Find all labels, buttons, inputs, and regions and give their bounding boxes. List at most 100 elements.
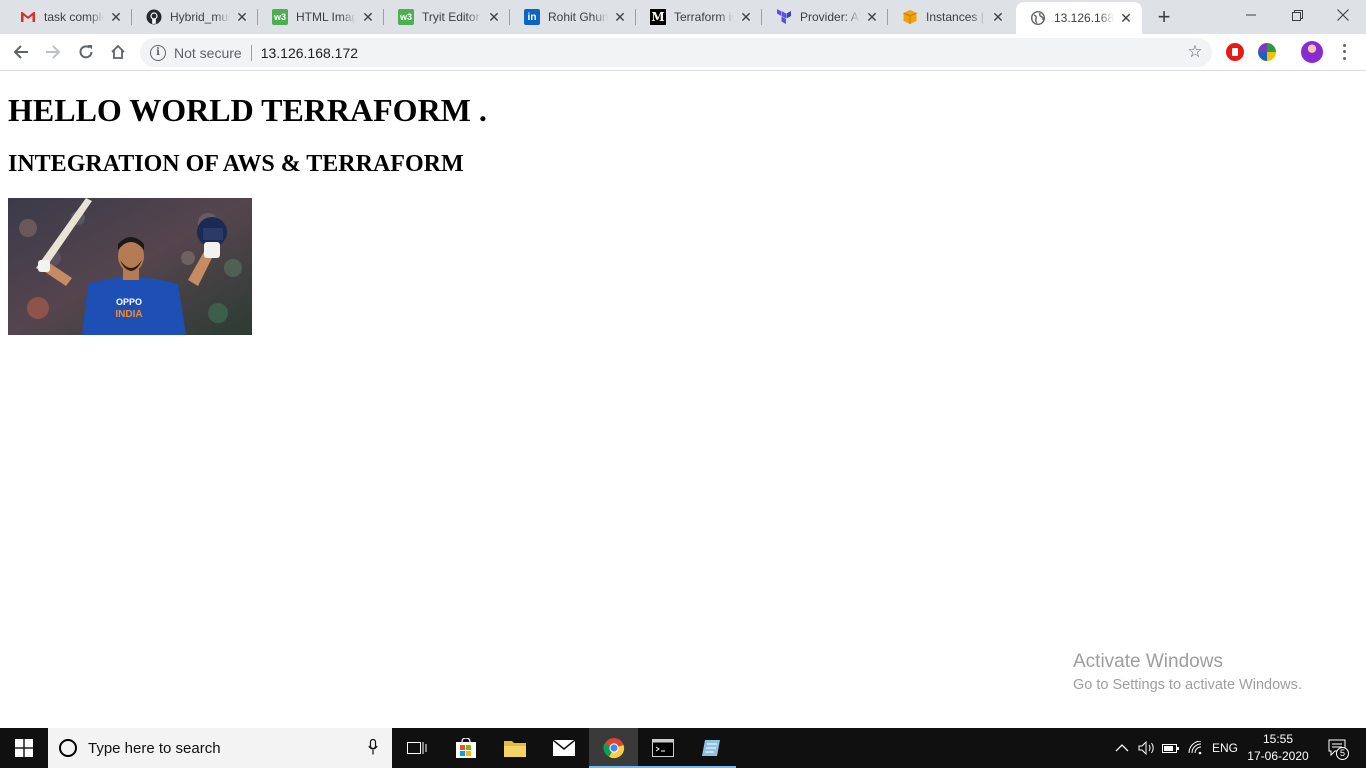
extension-red-icon[interactable] xyxy=(1226,43,1244,61)
cricketer-photo: OPPO INDIA xyxy=(8,198,252,335)
tab-tryit-editor[interactable]: w3 Tryit Editor ✕ xyxy=(384,0,510,34)
close-tab-icon[interactable]: ✕ xyxy=(108,9,124,25)
tab-ec2-instances[interactable]: Instances | EC2 ✕ xyxy=(888,0,1014,34)
folder-icon xyxy=(503,741,526,757)
tab-title: 13.126.168.172 xyxy=(1054,11,1114,25)
close-tab-icon[interactable]: ✕ xyxy=(234,9,250,25)
task-view-button[interactable] xyxy=(392,728,441,768)
tab-title: HTML Images xyxy=(296,10,356,24)
new-tab-button[interactable]: + xyxy=(1152,4,1176,29)
home-button[interactable] xyxy=(104,38,132,66)
notes-taskbar-button[interactable] xyxy=(687,728,736,768)
tab-title: Terraform is xyxy=(674,10,734,24)
browser-toolbar: i Not secure 13.126.168.172 ☆ xyxy=(0,34,1366,71)
close-tab-icon[interactable]: ✕ xyxy=(486,9,502,25)
file-explorer-button[interactable] xyxy=(490,728,539,768)
tab-title: Tryit Editor xyxy=(422,10,480,24)
tab-active-ip[interactable]: 13.126.168.172 ✕ xyxy=(1016,2,1142,34)
gmail-icon xyxy=(20,9,36,25)
forward-button[interactable] xyxy=(39,38,67,66)
taskbar-search-box[interactable]: Type here to search xyxy=(48,728,392,768)
mail-button[interactable] xyxy=(539,728,588,768)
microsoft-store-button[interactable] xyxy=(441,728,490,768)
tab-html-images[interactable]: w3 HTML Images ✕ xyxy=(258,0,384,34)
chrome-icon xyxy=(602,738,624,759)
clock-date: 17-06-2020 xyxy=(1247,749,1309,763)
task-view-icon xyxy=(406,742,426,754)
tab-linkedin[interactable]: in Rohit Ghumare ✕ xyxy=(510,0,636,34)
tab-terraform-provider[interactable]: Provider: AWS ✕ xyxy=(762,0,888,34)
clock-time: 15:55 xyxy=(1262,732,1294,746)
close-tab-icon[interactable]: ✕ xyxy=(990,9,1006,25)
tab-github[interactable]: Hybrid_multi ✕ xyxy=(132,0,258,34)
globe-icon xyxy=(1030,10,1046,26)
wifi-icon xyxy=(1188,741,1202,755)
tab-title: Rohit Ghumare xyxy=(548,10,608,24)
security-status[interactable]: Not secure xyxy=(174,45,242,61)
web-page: HELLO WORLD TERRAFORM . INTEGRATION OF A… xyxy=(0,71,1366,728)
watermark-subtitle: Go to Settings to activate Windows. xyxy=(1073,677,1302,693)
info-icon[interactable]: i xyxy=(150,44,166,61)
linkedin-icon: in xyxy=(524,9,540,25)
close-window-button[interactable] xyxy=(1320,0,1366,30)
bookmark-star-icon[interactable]: ☆ xyxy=(1186,43,1204,61)
search-placeholder: Type here to search xyxy=(88,739,221,757)
tab-title: task completed xyxy=(44,10,104,24)
reload-icon xyxy=(79,45,93,59)
home-icon xyxy=(111,44,125,59)
mail-icon xyxy=(552,740,575,756)
volume-button[interactable] xyxy=(1138,728,1156,768)
tab-strip: task completed ✕ Hybrid_multi ✕ w3 HTML … xyxy=(0,0,1366,34)
jersey-brand-text: OPPO xyxy=(116,297,142,307)
tab-title: Hybrid_multi xyxy=(170,10,230,24)
back-arrow-icon xyxy=(13,45,28,59)
w3schools-icon: w3 xyxy=(398,9,414,25)
address-bar[interactable]: i Not secure 13.126.168.172 ☆ xyxy=(140,38,1212,67)
chrome-taskbar-button[interactable] xyxy=(589,728,638,768)
jersey-country-text: INDIA xyxy=(115,309,142,320)
chrome-menu-icon[interactable] xyxy=(1336,42,1352,62)
notification-count-badge: 5 xyxy=(1336,747,1349,760)
start-button[interactable] xyxy=(0,728,48,768)
page-heading: HELLO WORLD TERRAFORM . xyxy=(8,92,487,128)
w3schools-icon: w3 xyxy=(272,9,288,25)
system-clock[interactable]: 15:55 17-06-2020 xyxy=(1246,731,1310,765)
close-tab-icon[interactable]: ✕ xyxy=(864,9,880,25)
forward-arrow-icon xyxy=(46,45,61,59)
terraform-icon xyxy=(776,9,792,25)
microphone-icon[interactable] xyxy=(368,739,378,755)
speaker-icon xyxy=(1138,741,1154,755)
store-icon xyxy=(455,738,476,758)
input-language[interactable]: ENG xyxy=(1212,728,1238,768)
close-tab-icon[interactable]: ✕ xyxy=(1118,10,1134,26)
action-center-button[interactable]: 5 xyxy=(1324,728,1352,768)
github-icon xyxy=(146,9,162,25)
cortana-icon xyxy=(59,739,77,757)
windows-logo-icon xyxy=(15,739,33,757)
extension-colorful-icon[interactable] xyxy=(1258,43,1276,61)
profile-avatar[interactable] xyxy=(1301,41,1323,63)
close-tab-icon[interactable]: ✕ xyxy=(360,9,376,25)
reload-button[interactable] xyxy=(72,38,100,66)
tab-gmail[interactable]: task completed ✕ xyxy=(6,0,132,34)
page-subheading: INTEGRATION OF AWS & TERRAFORM xyxy=(8,151,464,177)
close-tab-icon[interactable]: ✕ xyxy=(738,9,754,25)
network-button[interactable] xyxy=(1187,728,1205,768)
chevron-up-icon xyxy=(1115,744,1129,752)
url-text[interactable]: 13.126.168.172 xyxy=(261,45,358,61)
medium-icon: M xyxy=(650,9,666,25)
tab-title: Instances | EC2 xyxy=(926,10,986,24)
minimize-button[interactable] xyxy=(1228,0,1274,30)
terminal-taskbar-button[interactable] xyxy=(638,728,687,768)
notes-app-icon xyxy=(701,740,720,756)
back-button[interactable] xyxy=(7,38,35,66)
show-hidden-icons-button[interactable] xyxy=(1115,728,1129,768)
tab-title: Provider: AWS xyxy=(800,10,860,24)
restore-button[interactable] xyxy=(1274,0,1320,30)
activate-windows-watermark: Activate Windows Go to Settings to activ… xyxy=(1073,651,1302,693)
windows-taskbar: Type here to search ENG 15:55 17-06-2020 xyxy=(0,728,1366,768)
close-tab-icon[interactable]: ✕ xyxy=(612,9,628,25)
tab-medium[interactable]: M Terraform is ✕ xyxy=(636,0,762,34)
battery-button[interactable] xyxy=(1162,728,1180,768)
battery-icon xyxy=(1162,744,1179,753)
